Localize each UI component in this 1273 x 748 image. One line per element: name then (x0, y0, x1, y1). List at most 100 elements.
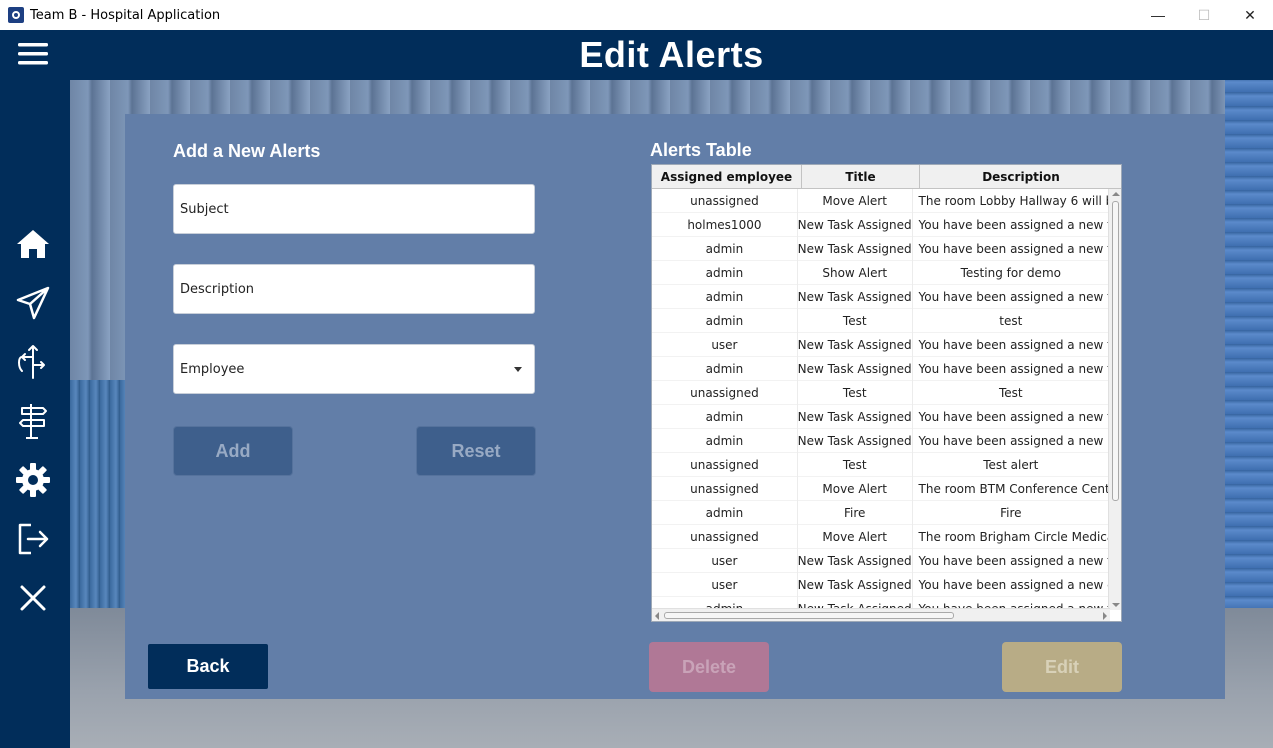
back-button[interactable]: Back (148, 644, 268, 689)
cell-assigned-employee: admin (652, 309, 798, 333)
cell-description: You have been assigned a new flow (913, 237, 1110, 261)
add-button[interactable]: Add (173, 426, 293, 476)
home-button[interactable] (11, 222, 55, 266)
signpost-icon (19, 404, 47, 439)
cell-title: Move Alert (798, 525, 913, 549)
cell-assigned-employee: user (652, 573, 798, 597)
alerts-table-title: Alerts Table (650, 140, 752, 160)
description-input[interactable]: Description (173, 264, 535, 314)
table-row[interactable]: admin New Task Assigned You have been assi… (652, 429, 1110, 453)
cell-assigned-employee: admin (652, 429, 798, 453)
subject-input[interactable]: Subject (173, 184, 535, 234)
cell-description: You have been assigned a new fur (913, 549, 1110, 573)
exit-button[interactable] (11, 576, 55, 620)
cell-title: Show Alert (798, 261, 913, 285)
cell-title: New Task Assigned (798, 429, 913, 453)
gear-icon (16, 463, 50, 497)
cell-description: You have been assigned a new flow (913, 285, 1110, 309)
cell-description: You have been assigned a new flow (913, 405, 1110, 429)
scroll-down-icon[interactable] (1112, 603, 1120, 607)
cell-title: New Task Assigned (798, 549, 913, 573)
cell-assigned-employee: user (652, 549, 798, 573)
table-body: unassigned Move Alert The room Lobby Hallw… (652, 189, 1110, 609)
cell-assigned-employee: admin (652, 237, 798, 261)
cell-title: New Task Assigned (798, 357, 913, 381)
directions-button[interactable] (11, 340, 55, 384)
paper-plane-icon (16, 286, 50, 320)
table-row[interactable]: unassigned Move Alert The room Brigham Cir… (652, 525, 1110, 549)
table-row[interactable]: admin Test test (652, 309, 1110, 333)
column-header-description[interactable]: Description (920, 165, 1121, 189)
cell-title: New Task Assigned (798, 213, 913, 237)
table-row[interactable]: user New Task Assigned You have been assig… (652, 333, 1110, 357)
cell-assigned-employee: unassigned (652, 189, 798, 213)
cell-description: The room Brigham Circle Medical A (913, 525, 1110, 549)
background-building-left (70, 380, 126, 610)
home-icon (17, 230, 49, 258)
directions-icon (18, 345, 45, 379)
vertical-scrollbar[interactable] (1108, 189, 1121, 610)
cell-title: Test (798, 453, 913, 477)
employee-select[interactable]: Employee (173, 344, 535, 394)
employee-select-label: Employee (180, 361, 245, 377)
signpost-button[interactable] (11, 399, 55, 443)
table-row[interactable]: unassigned Test Test (652, 381, 1110, 405)
cell-assigned-employee: admin (652, 261, 798, 285)
chevron-down-icon (514, 367, 522, 372)
scroll-left-icon[interactable] (655, 612, 659, 620)
column-header-title[interactable]: Title (802, 165, 920, 189)
send-button[interactable] (11, 281, 55, 325)
alerts-table[interactable]: Assigned employee Title Description unas… (651, 164, 1122, 622)
table-row[interactable]: unassigned Move Alert The room BTM Confere… (652, 477, 1110, 501)
cell-title: Test (798, 381, 913, 405)
horizontal-scroll-thumb[interactable] (664, 612, 954, 619)
cell-title: New Task Assigned (798, 573, 913, 597)
cell-description: Testing for demo (913, 261, 1110, 285)
table-row[interactable]: unassigned Test Test alert (652, 453, 1110, 477)
scroll-up-icon[interactable] (1112, 192, 1120, 196)
column-header-assigned-employee[interactable]: Assigned employee (652, 165, 802, 189)
reset-button[interactable]: Reset (416, 426, 536, 476)
edit-button[interactable]: Edit (1002, 642, 1122, 692)
cell-description: test (913, 309, 1110, 333)
close-window-button[interactable]: ✕ (1227, 0, 1273, 30)
window-title-bar: Team B - Hospital Application — ☐ ✕ (0, 0, 1273, 30)
cell-description: You have been assigned a new flow (913, 333, 1110, 357)
settings-button[interactable] (11, 458, 55, 502)
table-row[interactable]: admin New Task Assigned You have been assi… (652, 237, 1110, 261)
maximize-button[interactable]: ☐ (1181, 0, 1227, 30)
hamburger-menu-button[interactable] (11, 32, 55, 76)
close-icon (20, 585, 46, 611)
table-row[interactable]: unassigned Move Alert The room Lobby Hallw… (652, 189, 1110, 213)
cell-assigned-employee: admin (652, 357, 798, 381)
table-row[interactable]: holmes1000 New Task Assigned You have been… (652, 213, 1110, 237)
window-controls: — ☐ ✕ (1135, 0, 1273, 30)
cell-assigned-employee: unassigned (652, 453, 798, 477)
horizontal-scrollbar[interactable] (652, 608, 1110, 621)
vertical-scroll-thumb[interactable] (1112, 201, 1119, 501)
delete-button[interactable]: Delete (649, 642, 769, 692)
cell-assigned-employee: admin (652, 501, 798, 525)
table-row[interactable]: user New Task Assigned You have been assig… (652, 573, 1110, 597)
minimize-button[interactable]: — (1135, 0, 1181, 30)
cell-description: You have been assigned a new tran (913, 213, 1110, 237)
cell-title: Move Alert (798, 189, 913, 213)
window-title: Team B - Hospital Application (30, 7, 221, 23)
cell-title: New Task Assigned (798, 405, 913, 429)
scroll-right-icon[interactable] (1103, 612, 1107, 620)
logout-icon (18, 523, 49, 555)
background-building-right (1225, 80, 1273, 610)
table-row[interactable]: admin New Task Assigned You have been assi… (652, 357, 1110, 381)
table-row[interactable]: admin New Task Assigned You have been assi… (652, 285, 1110, 309)
page-title: Edit Alerts (579, 34, 764, 75)
table-row[interactable]: user New Task Assigned You have been assig… (652, 549, 1110, 573)
logout-button[interactable] (11, 517, 55, 561)
cell-title: Test (798, 309, 913, 333)
table-row[interactable]: admin Fire Fire (652, 501, 1110, 525)
app-logo-icon (8, 7, 24, 23)
cell-assigned-employee: admin (652, 405, 798, 429)
cell-title: Move Alert (798, 477, 913, 501)
table-row[interactable]: admin Show Alert Testing for demo (652, 261, 1110, 285)
table-row[interactable]: admin New Task Assigned You have been assi… (652, 405, 1110, 429)
cell-description: You have been assigned a new cor (913, 573, 1110, 597)
